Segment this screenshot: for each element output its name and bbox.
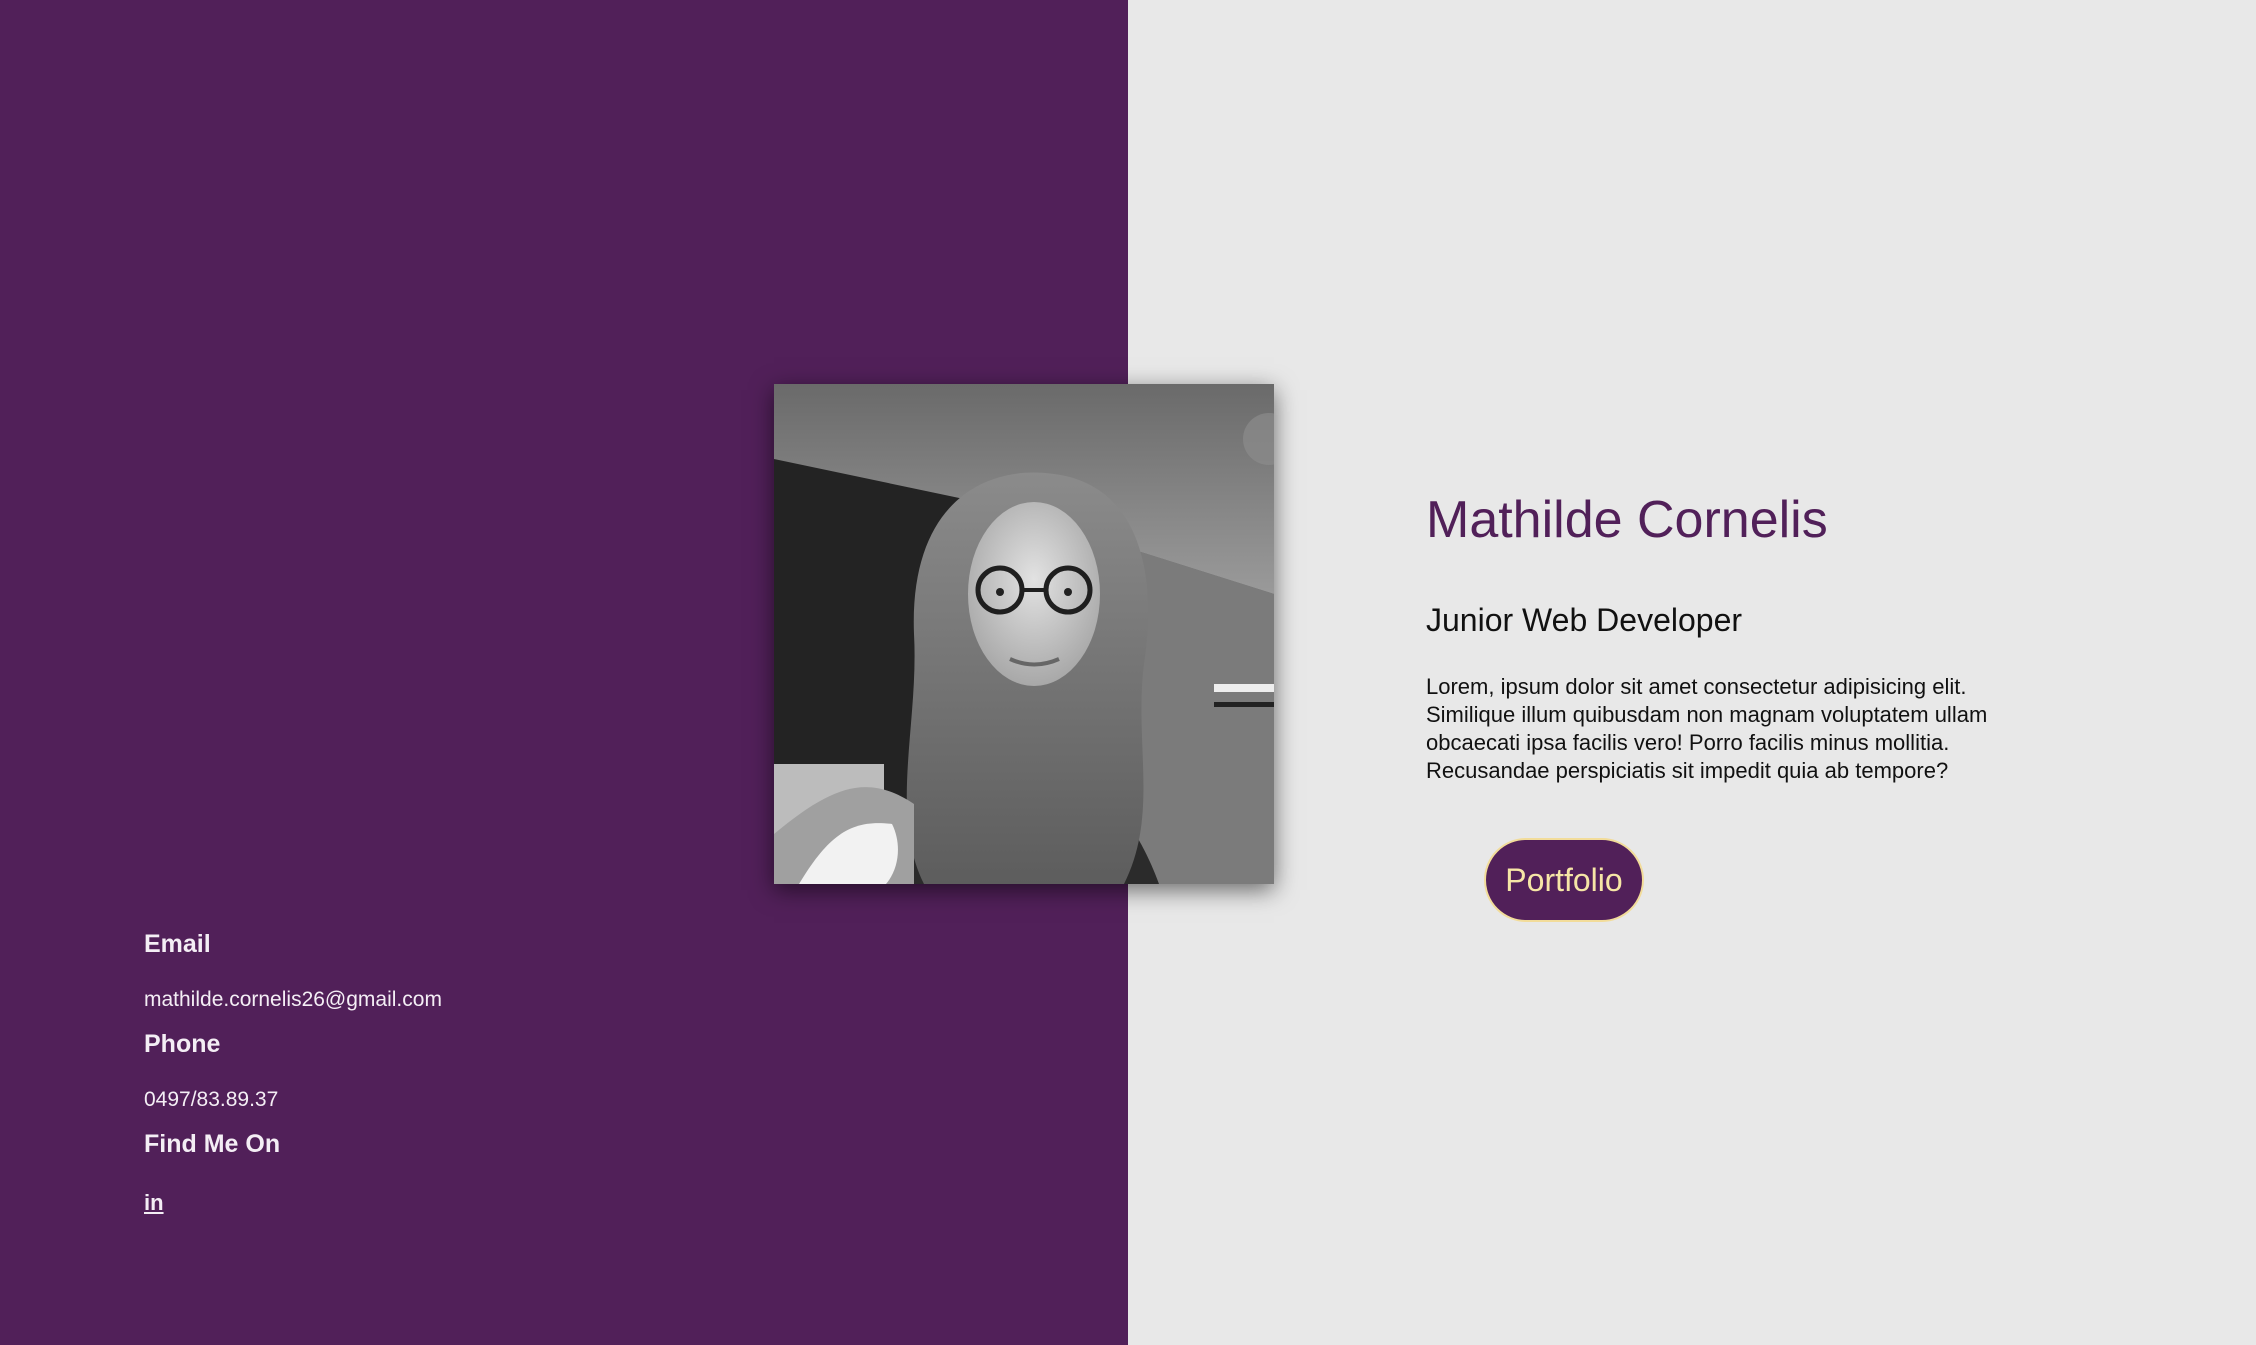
phone-number: 0497/83.89.37 bbox=[144, 1088, 279, 1111]
bio-text: Lorem, ipsum dolor sit amet consectetur … bbox=[1426, 674, 1988, 783]
phone-heading: Phone bbox=[144, 1030, 221, 1058]
job-title: Junior Web Developer bbox=[1426, 602, 1743, 638]
email-heading: Email bbox=[144, 930, 211, 958]
linkedin-icon[interactable]: in bbox=[144, 1190, 164, 1216]
find-me-on-heading: Find Me On bbox=[144, 1130, 281, 1158]
profile-photo bbox=[774, 384, 1274, 884]
email-link[interactable]: mathilde.cornelis26@gmail.com bbox=[144, 988, 442, 1012]
profile-name: Mathilde Cornelis bbox=[1426, 491, 1828, 549]
portfolio-button[interactable]: Portfolio bbox=[1484, 838, 1644, 922]
